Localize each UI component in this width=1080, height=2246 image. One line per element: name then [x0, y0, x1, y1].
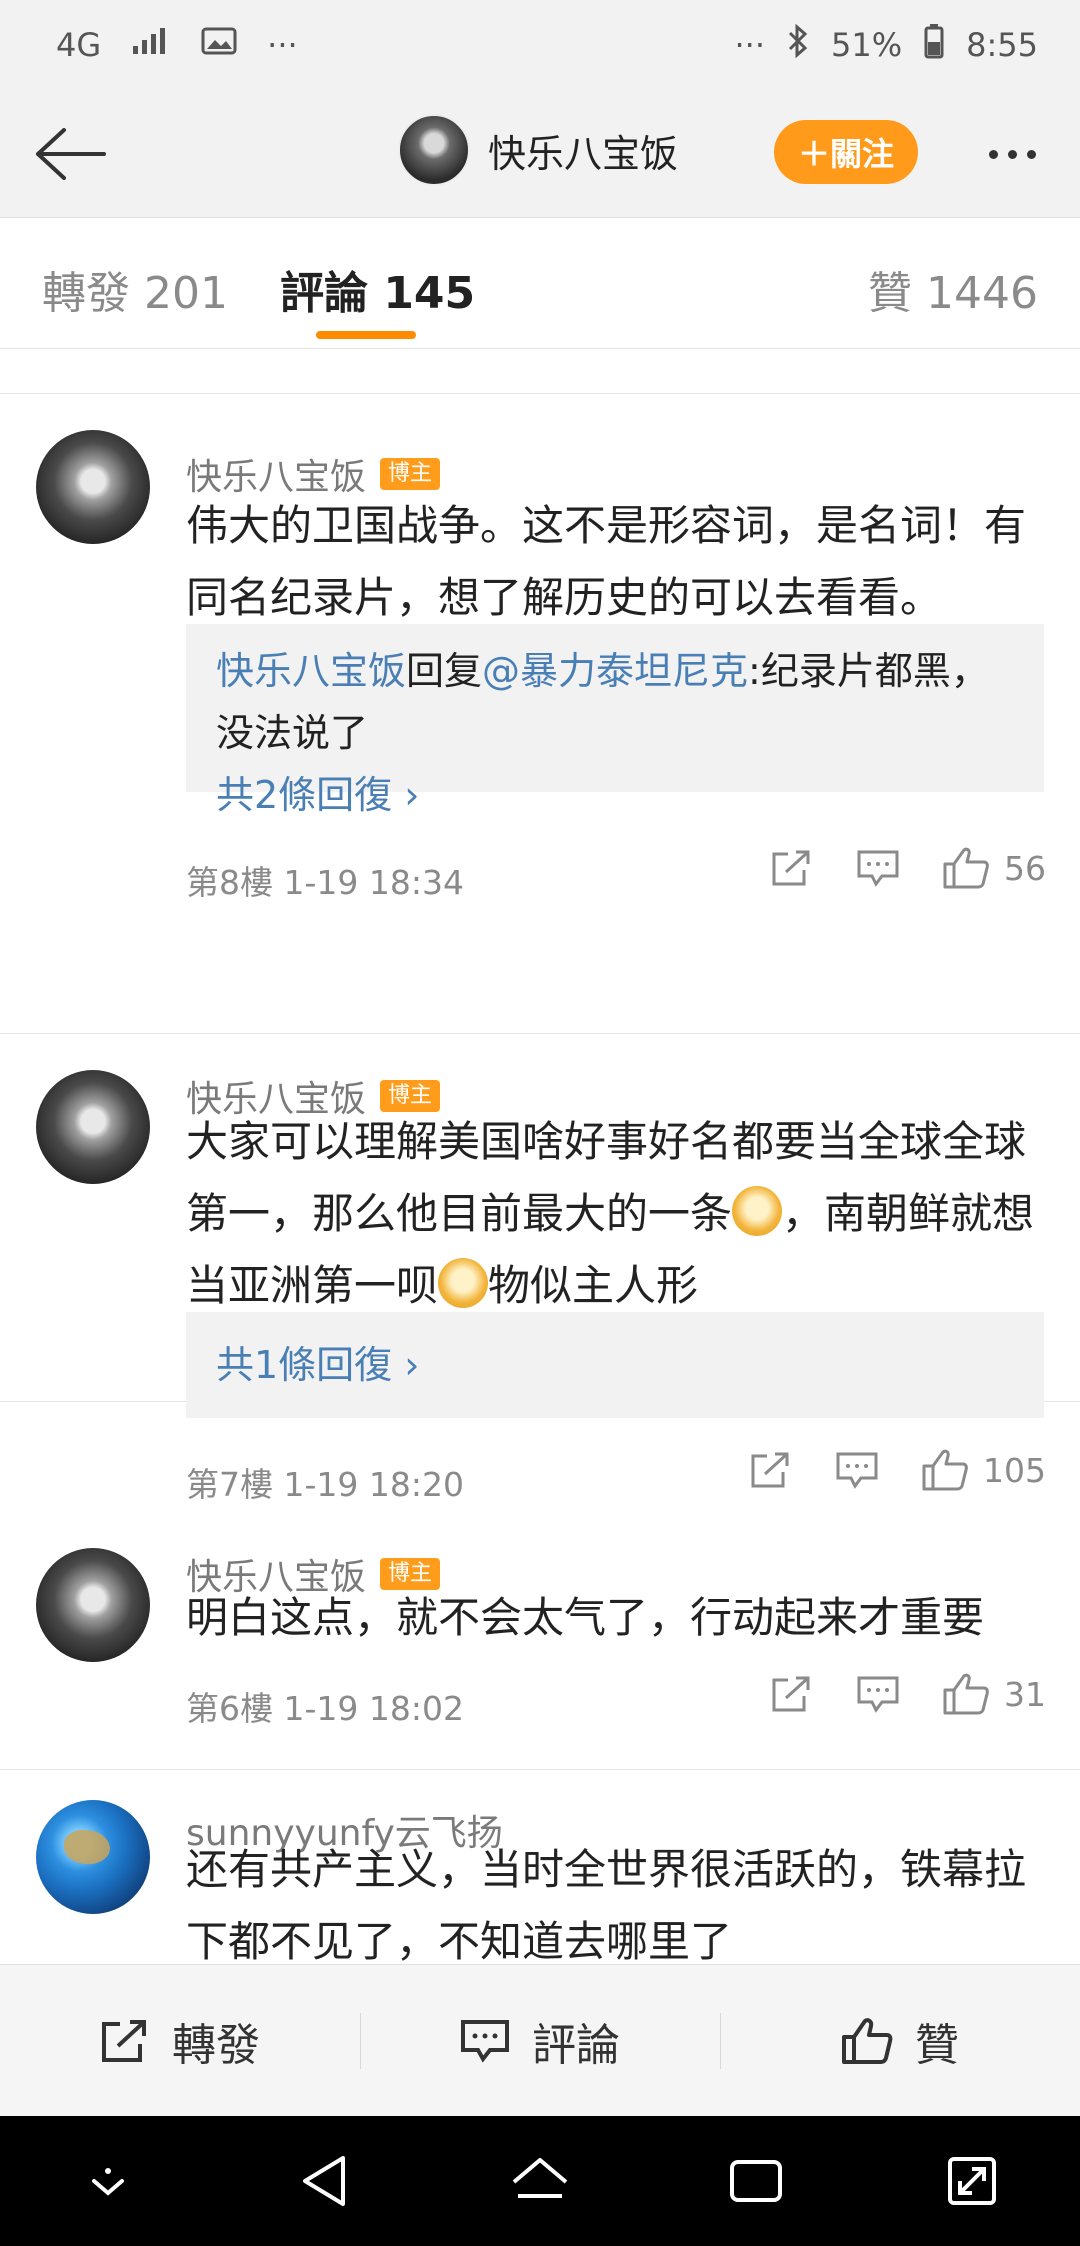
like-label: 贊: [915, 2019, 959, 2071]
ellipsis-icon: [988, 149, 998, 159]
system-expand-button[interactable]: [912, 2136, 1032, 2226]
system-back-button[interactable]: [264, 2136, 384, 2226]
system-recents-button[interactable]: [696, 2136, 816, 2226]
like-button[interactable]: 贊: [720, 1965, 1080, 2116]
comment-meta: 第6樓 1-19 18:02: [186, 1689, 464, 1728]
feed-lower: 第7樓 1-19 18:20 105 快乐八宝饭 博主 明白这点，就不会太气了，…: [0, 350, 1080, 1964]
nav-user-name: 快乐八宝饭: [488, 131, 679, 176]
repost-action[interactable]: [770, 1674, 814, 1714]
tab-indicator: [316, 331, 416, 339]
signal-icon: [131, 26, 171, 64]
expand-icon: [948, 2157, 996, 2205]
tab-comment[interactable]: 評論 145: [280, 257, 475, 321]
tab-bar: 轉發 201 評論 145 贊 1446: [0, 219, 1080, 349]
system-home-button[interactable]: [480, 2136, 600, 2226]
comment-icon: [461, 2019, 509, 2063]
tab-like[interactable]: 贊 1446: [868, 257, 1038, 321]
repost-label: 轉發: [172, 2019, 260, 2071]
thumbs-up-icon: [943, 1673, 989, 1715]
home-icon: [512, 2158, 568, 2198]
avatar[interactable]: [36, 1548, 150, 1662]
status-more: ···: [267, 26, 298, 64]
comment-item: sunnyyunfy云飞扬 还有共产主义，当时全世界很活跃的，铁幕拉下都不见了，…: [0, 1772, 1080, 1964]
ellipsis-icon: [1007, 149, 1017, 159]
comment-icon: [857, 1676, 899, 1713]
status-bar: 4G ··· ··· 51% 8:55: [0, 0, 1080, 90]
clock: 8:55: [966, 26, 1038, 64]
share-icon: [772, 1676, 810, 1712]
nav-user[interactable]: 快乐八宝饭: [398, 114, 678, 186]
triangle-back-icon: [303, 2156, 345, 2206]
share-icon: [751, 1452, 789, 1488]
repost-action[interactable]: [749, 1450, 793, 1490]
image-notification-icon: [201, 26, 237, 64]
thumbs-up-icon: [842, 2017, 893, 2064]
more-button[interactable]: [972, 126, 1052, 182]
avatar[interactable]: [398, 114, 470, 186]
comment-icon: [836, 1452, 878, 1489]
like-count: 31: [1004, 1674, 1046, 1714]
chevron-down-icon: [92, 2168, 124, 2196]
like-count: 105: [983, 1450, 1046, 1490]
avatar[interactable]: [36, 1800, 150, 1914]
bottom-action-bar: 轉發 評論 贊: [0, 1964, 1080, 2116]
follow-button[interactable]: ＋關注: [774, 120, 918, 184]
status-right: ··· 51% 8:55: [734, 23, 1038, 67]
comment-text: 还有共产主义，当时全世界很活跃的，铁幕拉下都不见了，不知道去哪里了: [186, 1845, 1027, 1964]
system-nav-bar: [0, 2116, 1080, 2246]
reply-action[interactable]: [835, 1450, 879, 1490]
comment-item: 快乐八宝饭 博主 明白这点，就不会太气了，行动起来才重要 第6樓 1-19 18…: [0, 1512, 1080, 1770]
comment-text: 明白这点，就不会太气了，行动起来才重要: [186, 1593, 985, 1642]
back-button[interactable]: [28, 118, 108, 190]
comment-button[interactable]: 評論: [360, 1965, 720, 2116]
network-indicator: 4G: [56, 26, 102, 64]
nav-bar: 快乐八宝饭 ＋關注: [0, 90, 1080, 218]
tab-repost[interactable]: 轉發 201: [42, 257, 228, 321]
comment-actions: 105: [749, 1448, 1046, 1492]
battery-percent: 51%: [831, 26, 903, 64]
comment-actions: 31: [770, 1672, 1046, 1716]
status-more-right: ···: [734, 26, 766, 64]
bluetooth-icon: [787, 23, 809, 66]
battery-icon: [924, 23, 944, 67]
like-action[interactable]: 105: [921, 1448, 1046, 1492]
thumbs-up-icon: [922, 1449, 968, 1491]
hide-keyboard-button[interactable]: [48, 2136, 168, 2226]
comment-meta: 第7樓 1-19 18:20: [186, 1465, 464, 1504]
recents-icon: [730, 2160, 782, 2202]
share-icon: [102, 2019, 146, 2062]
arrow-left-icon: [36, 128, 106, 180]
like-action[interactable]: 31: [942, 1672, 1046, 1716]
reply-action[interactable]: [856, 1674, 900, 1714]
status-left: 4G ···: [56, 26, 298, 64]
ellipsis-icon: [1026, 149, 1036, 159]
comment-label: 評論: [532, 2019, 620, 2071]
repost-button[interactable]: 轉發: [0, 1965, 360, 2116]
